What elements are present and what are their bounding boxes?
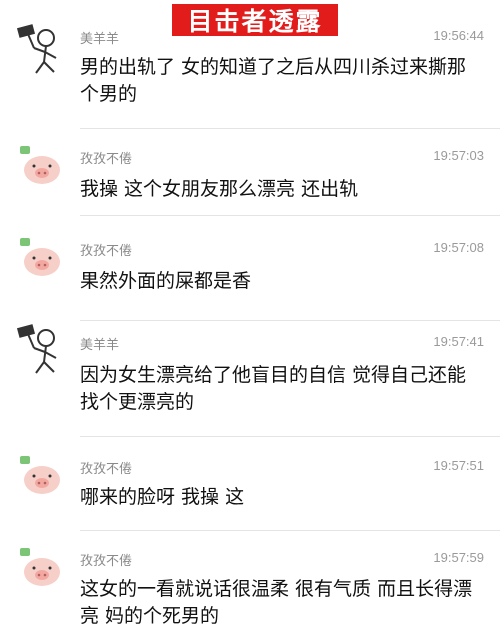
- pig-icon: [20, 548, 60, 586]
- pig-icon: [20, 238, 60, 276]
- pig-icon: [20, 456, 60, 494]
- message-time: 19:57:51: [433, 458, 484, 473]
- sender-name: 美羊羊: [80, 338, 120, 353]
- divider: [80, 215, 500, 216]
- message-text: 哪来的脸呀 我操 这: [80, 486, 245, 508]
- divider: [80, 530, 500, 531]
- message-text: 因为女生漂亮给了他盲目的自信 觉得自己还能找个更漂亮的: [80, 364, 467, 413]
- message-time: 19:57:41: [433, 334, 484, 349]
- pig-icon: [20, 146, 60, 184]
- stick-figure-hammer-icon: [16, 24, 57, 74]
- message-text: 我操 这个女朋友那么漂亮 还出轨: [80, 178, 359, 200]
- message-text: 果然外面的屎都是香: [80, 270, 252, 292]
- sender-name: 孜孜不倦: [80, 554, 133, 569]
- divider: [80, 128, 500, 129]
- message-time: 19:56:44: [433, 28, 484, 43]
- sender-name: 美羊羊: [80, 32, 120, 47]
- divider: [80, 320, 500, 321]
- message-time: 19:57:08: [433, 240, 484, 255]
- message-text: 男的出轨了 女的知道了之后从四川杀过来撕那个男的: [80, 56, 467, 105]
- message-text: 这女的一看就说话很温柔 很有气质 而且长得漂亮 妈的个死男的: [80, 578, 473, 627]
- sender-name: 孜孜不倦: [80, 244, 133, 259]
- message-time: 19:57:59: [433, 550, 484, 565]
- divider: [80, 436, 500, 437]
- sender-name: 孜孜不倦: [80, 152, 133, 167]
- message-time: 19:57:03: [433, 148, 484, 163]
- banner-title: 目击者透露: [172, 4, 338, 36]
- sender-name: 孜孜不倦: [80, 462, 133, 477]
- stick-figure-hammer-icon: [16, 324, 57, 374]
